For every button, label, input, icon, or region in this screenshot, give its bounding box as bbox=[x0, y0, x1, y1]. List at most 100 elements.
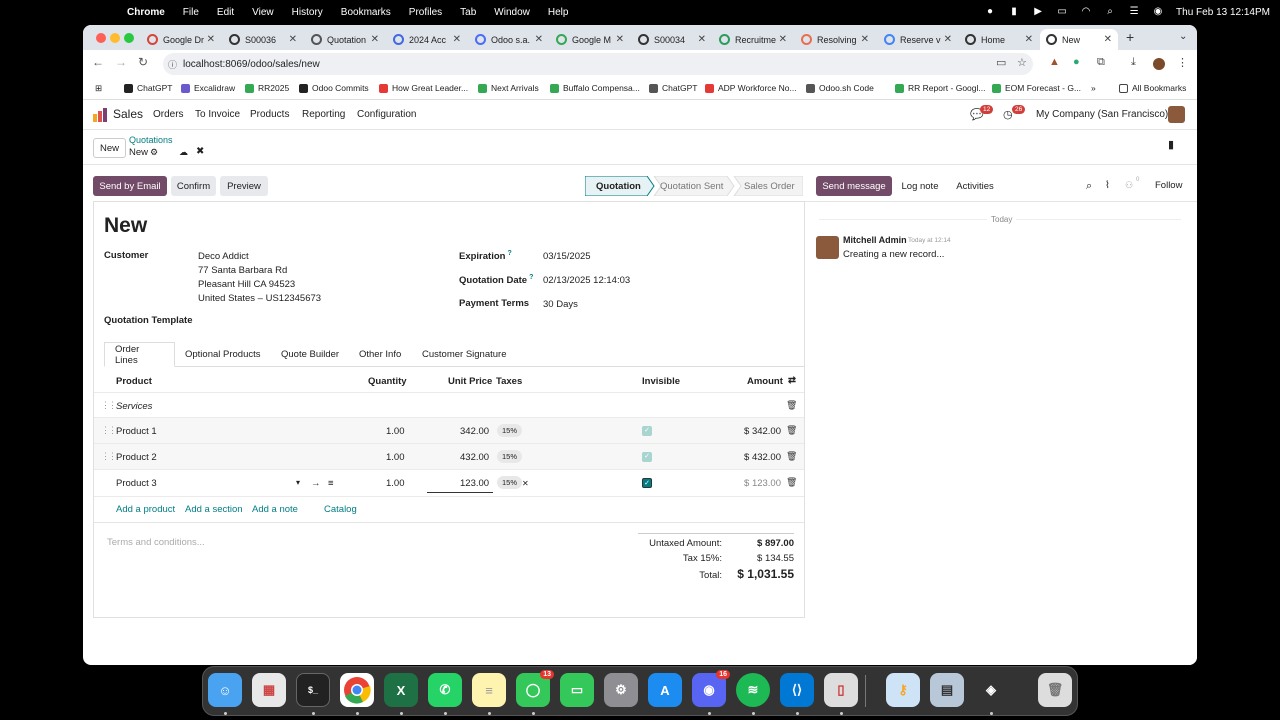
url-field[interactable]: ⓘ localhost:8069/odoo/sales/new bbox=[163, 53, 1033, 75]
tax-tag[interactable]: 15% bbox=[497, 476, 523, 489]
stage-sales-order[interactable]: Sales Order bbox=[744, 181, 795, 192]
excel-icon[interactable]: X bbox=[384, 673, 418, 707]
bookmark-item[interactable]: Excalidraw bbox=[181, 83, 235, 93]
all-bookmarks[interactable]: All Bookmarks bbox=[1119, 83, 1186, 93]
browser-tab[interactable]: S00036 ✕ bbox=[223, 29, 303, 50]
extension-odoo-icon[interactable]: ▲ bbox=[1049, 56, 1060, 68]
col-amount[interactable]: Amount bbox=[747, 376, 783, 387]
menu-file[interactable]: File bbox=[174, 7, 208, 18]
stage-quotation[interactable]: Quotation bbox=[596, 181, 641, 192]
expiration-field[interactable]: 03/15/2025 bbox=[543, 251, 591, 262]
bookmark-item[interactable]: How Great Leader... bbox=[379, 83, 468, 93]
tab-close-icon[interactable]: ✕ bbox=[289, 34, 297, 45]
tax-tag[interactable]: 15% bbox=[497, 450, 523, 463]
discard-icon[interactable]: ✖ bbox=[196, 146, 204, 157]
col-taxes[interactable]: Taxes bbox=[496, 376, 522, 387]
send-by-email-button[interactable]: Send by Email bbox=[93, 176, 167, 196]
save-cloud-icon[interactable]: ☁ bbox=[179, 147, 188, 158]
bookmark-icon[interactable]: ▮ bbox=[1168, 138, 1174, 151]
tab-active[interactable]: New ✕ bbox=[1040, 29, 1118, 50]
line-product[interactable]: Product 1 bbox=[116, 426, 157, 437]
browser-tab[interactable]: Home ✕ bbox=[959, 29, 1039, 50]
invisible-checkbox[interactable]: ✓ bbox=[642, 452, 652, 462]
help-icon[interactable]: ? bbox=[507, 250, 511, 257]
browser-tab[interactable]: Odoo s.a. ✕ bbox=[469, 29, 549, 50]
tab-optional-products[interactable]: Optional Products bbox=[175, 342, 271, 367]
new-record-button[interactable]: New bbox=[93, 138, 126, 158]
remove-tax-icon[interactable]: ✕ bbox=[522, 479, 529, 488]
tab-close-icon[interactable]: ✕ bbox=[1104, 34, 1112, 45]
bookmark-item[interactable]: Next Arrivals bbox=[478, 83, 539, 93]
col-unit-price[interactable]: Unit Price bbox=[448, 376, 492, 387]
line-unit-price[interactable]: 342.00 bbox=[460, 426, 489, 437]
line-unit-price[interactable]: 432.00 bbox=[460, 452, 489, 463]
user-avatar[interactable] bbox=[1168, 106, 1185, 123]
finder-icon[interactable]: ☺ bbox=[208, 673, 242, 707]
browser-tab[interactable]: S00034 ✕ bbox=[632, 29, 712, 50]
quotation-date-field[interactable]: 02/13/2025 12:14:03 bbox=[543, 275, 630, 286]
drag-handle-icon[interactable]: ⋮⋮ bbox=[101, 425, 117, 436]
order-line-row[interactable]: ⋮⋮ Product 2 1.00 432.00 15% ✓ $ 432.00 🗑 bbox=[94, 443, 804, 469]
cube-app-icon[interactable]: ◈ bbox=[974, 673, 1008, 707]
bookmark-item[interactable]: ADP Workforce No... bbox=[705, 83, 797, 93]
zoom-window-button[interactable] bbox=[124, 33, 134, 43]
preview-button[interactable]: Preview bbox=[220, 176, 268, 196]
delete-icon[interactable]: 🗑 bbox=[786, 425, 797, 436]
tab-quote-builder[interactable]: Quote Builder bbox=[271, 342, 349, 367]
bookmark-item[interactable]: ChatGPT bbox=[124, 83, 172, 93]
control-center-icon[interactable]: ☰ bbox=[1128, 7, 1140, 17]
author-avatar[interactable] bbox=[816, 236, 839, 259]
line-quantity[interactable]: 1.00 bbox=[386, 452, 405, 463]
chrome-icon[interactable] bbox=[340, 673, 374, 707]
menu-history[interactable]: History bbox=[283, 7, 332, 18]
terminal-icon[interactable]: $_ bbox=[296, 673, 330, 707]
breadcrumb-quotations[interactable]: Quotations bbox=[129, 135, 173, 145]
phone-mirror-icon[interactable]: ▯ bbox=[824, 673, 858, 707]
extensions-icon[interactable]: ⧉ bbox=[1097, 56, 1105, 69]
follow-button[interactable]: Follow bbox=[1155, 180, 1182, 191]
dropdown-caret-icon[interactable]: ▾ bbox=[296, 478, 300, 487]
nav-configuration[interactable]: Configuration bbox=[357, 109, 416, 120]
record-icon[interactable]: ● bbox=[984, 7, 996, 17]
chrome-menu-icon[interactable]: ⋮ bbox=[1177, 56, 1188, 69]
more-bookmarks-icon[interactable]: » bbox=[1091, 83, 1096, 93]
tab-other-info[interactable]: Other Info bbox=[349, 342, 411, 367]
line-quantity[interactable]: 1.00 bbox=[386, 478, 405, 489]
attachment-icon[interactable]: ⌇ bbox=[1105, 180, 1110, 191]
system-settings-icon[interactable]: ⚙ bbox=[604, 673, 638, 707]
keychain-icon[interactable]: ⚷ bbox=[886, 673, 920, 707]
tab-close-icon[interactable]: ✕ bbox=[779, 34, 787, 45]
activities-button[interactable]: Activities bbox=[950, 176, 1000, 196]
search-icon[interactable]: ⌕ bbox=[1086, 180, 1092, 193]
col-invisible[interactable]: Invisible bbox=[642, 376, 680, 387]
bookmark-item[interactable]: RR2025 bbox=[245, 83, 289, 93]
tax-tag[interactable]: 15% bbox=[497, 424, 523, 437]
invisible-checkbox[interactable]: ✓ bbox=[642, 478, 652, 488]
tab-close-icon[interactable]: ✕ bbox=[944, 34, 952, 45]
nav-reporting[interactable]: Reporting bbox=[302, 109, 345, 120]
browser-tab[interactable]: 2024 Acc ✕ bbox=[387, 29, 467, 50]
bookmark-item[interactable]: ChatGPT bbox=[649, 83, 697, 93]
search-icon[interactable]: ⌕ bbox=[1104, 7, 1116, 17]
company-switcher[interactable]: My Company (San Francisco) bbox=[1036, 109, 1168, 120]
log-note-button[interactable]: Log note bbox=[896, 176, 944, 196]
browser-tab[interactable]: Recruitme ✕ bbox=[713, 29, 793, 50]
download-icon[interactable]: ⤓ bbox=[1131, 56, 1136, 69]
menu-profiles[interactable]: Profiles bbox=[400, 7, 451, 18]
nav-to-invoice[interactable]: To Invoice bbox=[195, 109, 240, 120]
col-product[interactable]: Product bbox=[116, 376, 152, 387]
menu-help[interactable]: Help bbox=[539, 7, 578, 18]
reload-icon[interactable]: ↻ bbox=[138, 55, 148, 69]
minimize-window-button[interactable] bbox=[110, 33, 120, 43]
terms-field[interactable]: Terms and conditions... bbox=[107, 537, 205, 548]
play-icon[interactable]: ▶ bbox=[1032, 7, 1044, 17]
siri-icon[interactable]: ◉ bbox=[1152, 7, 1164, 17]
help-icon[interactable]: ? bbox=[529, 274, 533, 281]
forward-icon[interactable]: → bbox=[115, 55, 127, 69]
tab-close-icon[interactable]: ✕ bbox=[535, 34, 543, 45]
tab-close-icon[interactable]: ✕ bbox=[1025, 34, 1033, 45]
menu-app-name[interactable]: Chrome bbox=[118, 7, 174, 18]
bookmark-item[interactable]: Odoo Commits bbox=[299, 83, 369, 93]
tab-search-icon[interactable]: ⌄ bbox=[1179, 31, 1187, 42]
tab-close-icon[interactable]: ✕ bbox=[616, 34, 624, 45]
